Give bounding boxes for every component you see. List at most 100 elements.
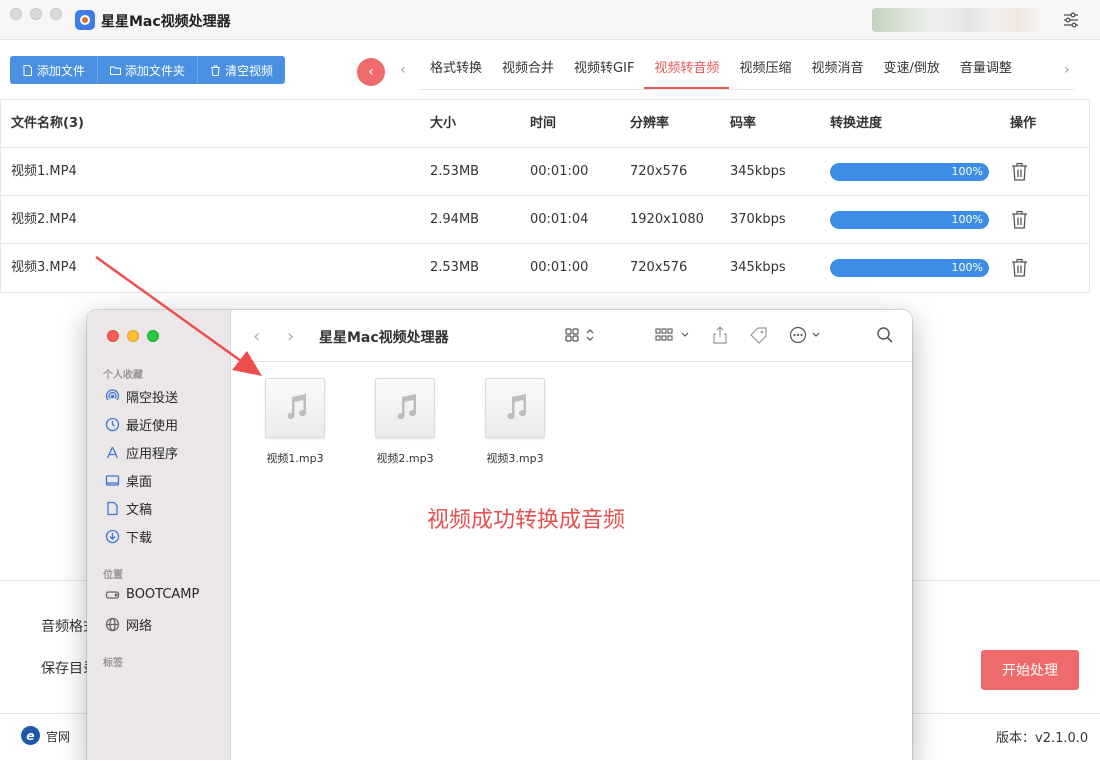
- trash-icon: [211, 65, 221, 76]
- tab-4[interactable]: 视频压缩: [729, 50, 801, 89]
- sidebar-item[interactable]: 隔空投送: [105, 387, 178, 406]
- sidebar-item[interactable]: 网络: [105, 615, 152, 634]
- row-bitrate: 345kbps: [730, 260, 786, 275]
- drive-icon: [105, 591, 120, 599]
- globe-icon: [105, 617, 120, 632]
- row-size: 2.94MB: [430, 212, 480, 227]
- clock-icon: [105, 417, 120, 432]
- header-time: 时间: [530, 116, 557, 131]
- progress-text: 100%: [951, 261, 983, 274]
- audio-file-name: 视频2.mp3: [376, 452, 434, 465]
- audio-file-name: 视频3.mp3: [486, 452, 544, 465]
- progress-text: 100%: [951, 213, 983, 226]
- sidebar-item[interactable]: 最近使用: [105, 415, 178, 434]
- desktop-icon: [105, 475, 120, 486]
- finder-window: 个人收藏 隔空投送 最近使用 应用程序 桌面 文稿 下载 位置 BOOTCAMP 网络 标签 ‹ ›…: [87, 310, 912, 760]
- tab-5[interactable]: 视频消音: [801, 50, 873, 89]
- add-file-button[interactable]: 添加文件: [10, 56, 99, 84]
- audio-file-item[interactable]: 视频1.mp3: [240, 378, 350, 466]
- row-resolution: 720x576: [630, 164, 688, 179]
- sidebar-item-label: 下载: [126, 531, 153, 546]
- view-grid-icon[interactable]: [565, 326, 599, 344]
- music-note-icon: [507, 394, 527, 420]
- finder-back-icon[interactable]: ‹: [253, 326, 260, 347]
- delete-trash-icon[interactable]: [1011, 162, 1028, 181]
- zoom-window-button[interactable]: [50, 8, 62, 20]
- settings-sliders-icon[interactable]: [1063, 12, 1079, 28]
- header-size: 大小: [430, 116, 457, 131]
- finder-zoom-button[interactable]: [147, 330, 159, 342]
- finder-window-controls: [107, 330, 159, 342]
- app-title: 星星Mac视频处理器: [101, 14, 231, 30]
- folder-icon: [110, 66, 122, 75]
- minimize-window-button[interactable]: [30, 8, 42, 20]
- finder-minimize-button[interactable]: [127, 330, 139, 342]
- finder-forward-icon[interactable]: ›: [287, 326, 294, 347]
- finder-toolbar: ‹ › 星星Mac视频处理器: [231, 310, 912, 362]
- sidebar-item[interactable]: 下载: [105, 527, 152, 546]
- audio-file-thumbnail: [375, 378, 435, 438]
- search-icon[interactable]: [876, 326, 894, 344]
- sidebar-item[interactable]: 应用程序: [105, 443, 178, 462]
- success-annotation: 视频成功转换成音频: [427, 508, 626, 533]
- audio-file-item[interactable]: 视频2.mp3: [350, 378, 460, 466]
- start-processing-button[interactable]: 开始处理: [981, 650, 1079, 690]
- finder-close-button[interactable]: [107, 330, 119, 342]
- tab-3[interactable]: 视频转音频: [644, 50, 730, 89]
- sidebar-item-label: 文稿: [126, 503, 153, 518]
- sidebar-item[interactable]: BOOTCAMP: [105, 587, 199, 602]
- audio-file-item[interactable]: 视频3.mp3: [460, 378, 570, 466]
- tag-icon[interactable]: [749, 326, 769, 344]
- music-note-icon: [287, 394, 307, 420]
- header-progress: 转换进度: [830, 116, 883, 131]
- tab-7[interactable]: 音量调整: [950, 50, 1022, 89]
- clear-videos-label: 清空视频: [225, 63, 274, 78]
- delete-trash-icon[interactable]: [1011, 258, 1028, 277]
- file-table: 文件名称(3) 大小 时间 分辨率 码率 转换进度 操作 视频1.MP4 2.53…: [0, 99, 1090, 293]
- finder-title: 星星Mac视频处理器: [319, 330, 449, 346]
- row-bitrate: 370kbps: [730, 212, 786, 227]
- website-icon[interactable]: e: [21, 726, 40, 745]
- conversion-progress-bar: 100%: [830, 259, 989, 277]
- group-by-icon[interactable]: [655, 326, 693, 344]
- airdrop-icon: [105, 389, 120, 401]
- sidebar-section-favorites: 个人收藏: [103, 370, 143, 381]
- row-filename: 视频1.MP4: [11, 164, 77, 179]
- sidebar-item-label: 桌面: [126, 475, 153, 490]
- back-button[interactable]: ‹: [357, 58, 385, 86]
- close-window-button[interactable]: [10, 8, 22, 20]
- sidebar-item-label: 网络: [126, 619, 153, 634]
- table-row[interactable]: 视频3.MP4 2.53MB 00:01:00 720x576 345kbps 100%: [1, 244, 1089, 292]
- share-icon[interactable]: [711, 326, 729, 344]
- add-folder-button[interactable]: 添加文件夹: [98, 56, 199, 84]
- add-folder-label: 添加文件夹: [125, 63, 186, 78]
- tab-0[interactable]: 格式转换: [420, 50, 492, 89]
- row-size: 2.53MB: [430, 164, 480, 179]
- audio-file-name: 视频1.mp3: [266, 452, 324, 465]
- more-actions-icon[interactable]: [789, 326, 825, 344]
- tab-6[interactable]: 变速/倒放: [873, 50, 949, 89]
- row-filename: 视频2.MP4: [11, 212, 77, 227]
- tab-1[interactable]: 视频合并: [492, 50, 564, 89]
- header-filename: 文件名称(3): [11, 116, 84, 131]
- row-bitrate: 345kbps: [730, 164, 786, 179]
- sidebar-item[interactable]: 桌面: [105, 471, 152, 490]
- audio-file-thumbnail: [485, 378, 545, 438]
- table-row[interactable]: 视频2.MP4 2.94MB 00:01:04 1920x1080 370kbps 100…: [1, 196, 1089, 244]
- clear-videos-button[interactable]: 清空视频: [198, 56, 286, 84]
- tabs-scroll-right-icon[interactable]: ›: [1064, 62, 1070, 78]
- tab-2[interactable]: 视频转GIF: [564, 50, 644, 89]
- website-link[interactable]: 官网: [46, 728, 70, 745]
- table-row[interactable]: 视频1.MP4 2.53MB 00:01:00 720x576 345kbps 100%: [1, 148, 1089, 196]
- tabs-scroll-left-icon[interactable]: ‹: [400, 62, 406, 78]
- row-resolution: 720x576: [630, 260, 688, 275]
- audio-file-thumbnail: [265, 378, 325, 438]
- window-controls: [10, 8, 62, 20]
- sidebar-section-locations: 位置: [103, 570, 123, 581]
- sidebar-item[interactable]: 文稿: [105, 499, 152, 518]
- header-bitrate: 码率: [730, 116, 757, 131]
- user-account-blurred[interactable]: [872, 8, 1044, 32]
- file-icon: [23, 64, 32, 76]
- delete-trash-icon[interactable]: [1011, 210, 1028, 229]
- function-tabs: 格式转换 视频合并 视频转GIF 视频转音频 视频压缩 视频消音 变速/倒放 音量调整: [420, 50, 1075, 90]
